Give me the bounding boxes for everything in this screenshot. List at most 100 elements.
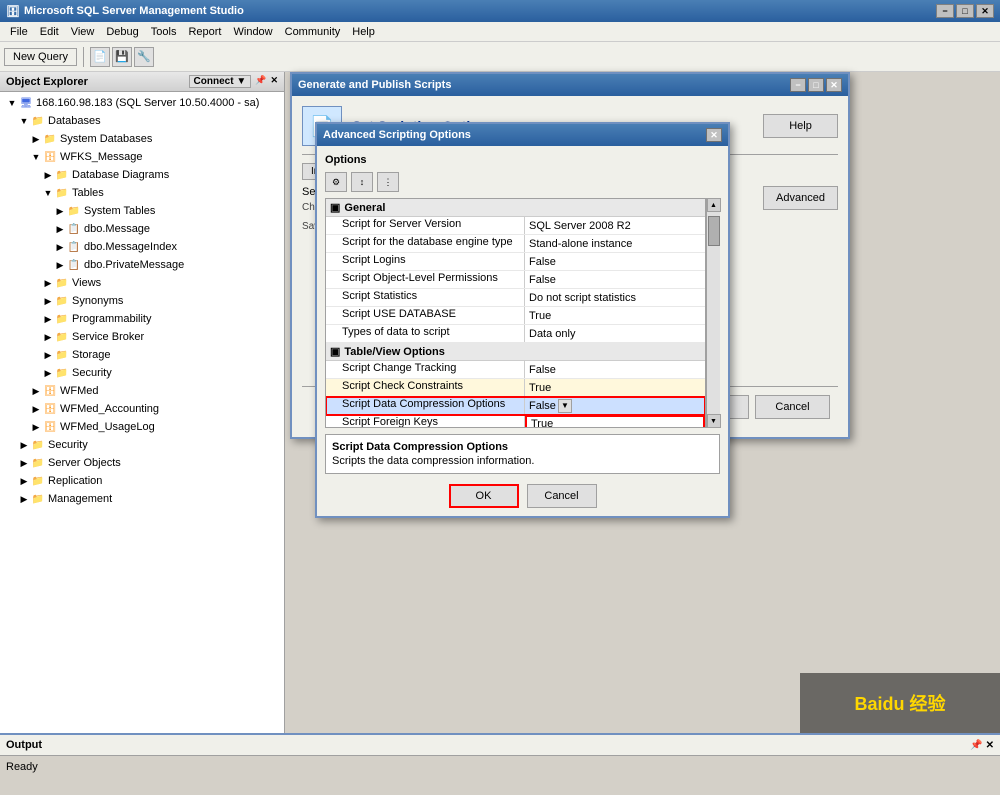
- tree-toggle[interactable]: ▶: [18, 458, 30, 469]
- scroll-up[interactable]: ▲: [707, 198, 721, 212]
- object-explorer-panel: Object Explorer Connect ▼ 📌 ✕ ▼ 🖥 168.16…: [0, 72, 285, 733]
- tree-label: System Databases: [60, 133, 152, 145]
- tree-label: Management: [48, 493, 112, 505]
- tree-item-storage[interactable]: ▶ 📁 Storage: [2, 346, 282, 364]
- tree-toggle[interactable]: ▶: [30, 422, 42, 433]
- tree-item-message[interactable]: ▶ 📋 dbo.Message: [2, 220, 282, 238]
- menu-report[interactable]: Report: [182, 24, 227, 40]
- dialog-close-button[interactable]: ✕: [826, 78, 842, 92]
- row-data-type: Types of data to script Data only: [326, 325, 705, 343]
- tree-toggle[interactable]: ▶: [42, 368, 54, 379]
- tree-toggle[interactable]: ▶: [30, 386, 42, 397]
- advanced-button[interactable]: Advanced: [763, 186, 838, 210]
- options-scrollbar[interactable]: ▲ ▼: [706, 198, 720, 428]
- tree-toggle[interactable]: ▼: [30, 152, 42, 162]
- tree-label: Synonyms: [72, 295, 123, 307]
- tree-item-wfks[interactable]: ▼ 🗄 WFKS_Message: [2, 148, 282, 166]
- menu-edit[interactable]: Edit: [34, 24, 65, 40]
- tree-label-replication: Replication: [48, 475, 102, 487]
- menu-community[interactable]: Community: [279, 24, 347, 40]
- tree-area[interactable]: ▼ 🖥 168.160.98.183 (SQL Server 10.50.400…: [0, 92, 284, 733]
- tree-toggle[interactable]: ▶: [54, 224, 66, 235]
- menu-view[interactable]: View: [65, 24, 101, 40]
- folder-icon: 📁: [54, 329, 70, 345]
- options-btn-3[interactable]: ⋮: [377, 172, 399, 192]
- tree-item-svcbroker[interactable]: ▶ 📁 Service Broker: [2, 328, 282, 346]
- tree-toggle[interactable]: ▶: [42, 278, 54, 289]
- tree-toggle[interactable]: ▶: [30, 134, 42, 145]
- tree-item-tables[interactable]: ▼ 📁 Tables: [2, 184, 282, 202]
- section-collapse-icon[interactable]: ▣: [330, 201, 340, 214]
- tree-item-security-db[interactable]: ▶ 📁 Security: [2, 364, 282, 382]
- tree-toggle[interactable]: ▶: [42, 314, 54, 325]
- section-collapse-icon2[interactable]: ▣: [330, 345, 340, 358]
- toolbar-icon-3[interactable]: 🔧: [134, 47, 154, 67]
- tree-toggle[interactable]: ▶: [42, 350, 54, 361]
- main-layout: Object Explorer Connect ▼ 📌 ✕ ▼ 🖥 168.16…: [0, 72, 1000, 733]
- tree-item-views[interactable]: ▶ 📁 Views: [2, 274, 282, 292]
- row-data-compression[interactable]: Script Data Compression Options False ▼: [326, 397, 705, 415]
- options-grid[interactable]: ▣ General Script for Server Version SQL …: [325, 198, 706, 428]
- scroll-down[interactable]: ▼: [707, 414, 721, 428]
- tree-item-security[interactable]: ▶ 📁 Security: [2, 436, 282, 454]
- tree-toggle[interactable]: ▼: [6, 98, 18, 108]
- dropdown-arrow[interactable]: ▼: [558, 399, 572, 413]
- tree-toggle[interactable]: ▶: [18, 440, 30, 451]
- connect-button[interactable]: Connect ▼: [189, 75, 252, 88]
- tree-item-management[interactable]: ▶ 📁 Management: [2, 490, 282, 508]
- tree-toggle[interactable]: ▶: [18, 494, 30, 505]
- tree-item-wfmed-usage[interactable]: ▶ 🗄 WFMed_UsageLog: [2, 418, 282, 436]
- general-section-header: ▣ General: [326, 199, 705, 217]
- tree-item-wfmed-acct[interactable]: ▶ 🗄 WFMed_Accounting: [2, 400, 282, 418]
- tree-toggle[interactable]: ▶: [54, 260, 66, 271]
- content-area: Generate and Publish Scripts − □ ✕ 📄 Set…: [285, 72, 1000, 733]
- new-query-button[interactable]: New Query: [4, 48, 77, 66]
- tree-toggle[interactable]: ▶: [42, 170, 54, 181]
- tree-item-privmsg[interactable]: ▶ 📋 dbo.PrivateMessage: [2, 256, 282, 274]
- maximize-button[interactable]: □: [956, 4, 974, 18]
- scroll-thumb[interactable]: [708, 216, 720, 246]
- inner-dialog-close-button[interactable]: ✕: [706, 128, 722, 142]
- tree-item-sys-tables[interactable]: ▶ 📁 System Tables: [2, 202, 282, 220]
- tree-toggle[interactable]: ▼: [18, 116, 30, 126]
- tree-toggle[interactable]: ▶: [54, 242, 66, 253]
- outer-cancel-button[interactable]: Cancel: [755, 395, 830, 419]
- dialog-minimize-button[interactable]: −: [790, 78, 806, 92]
- tree-item-wfmed[interactable]: ▶ 🗄 WFMed: [2, 382, 282, 400]
- tree-item-prog[interactable]: ▶ 📁 Programmability: [2, 310, 282, 328]
- options-btn-2[interactable]: ↕: [351, 172, 373, 192]
- tree-toggle[interactable]: ▶: [30, 404, 42, 415]
- ok-button[interactable]: OK: [449, 484, 519, 508]
- tree-item-server-objects[interactable]: ▶ 📁 Server Objects: [2, 454, 282, 472]
- menu-file[interactable]: File: [4, 24, 34, 40]
- tree-toggle[interactable]: ▶: [42, 296, 54, 307]
- toolbar-icon-1[interactable]: 📄: [90, 47, 110, 67]
- tree-toggle[interactable]: ▶: [18, 476, 30, 487]
- panel-pin[interactable]: 📌: [255, 75, 266, 88]
- toolbar-icon-2[interactable]: 💾: [112, 47, 132, 67]
- tree-item-system-db[interactable]: ▶ 📁 System Databases: [2, 130, 282, 148]
- menu-window[interactable]: Window: [228, 24, 279, 40]
- menu-debug[interactable]: Debug: [100, 24, 144, 40]
- tree-toggle[interactable]: ▼: [42, 188, 54, 198]
- cancel-button[interactable]: Cancel: [527, 484, 597, 508]
- menu-tools[interactable]: Tools: [145, 24, 183, 40]
- dialog-maximize-button[interactable]: □: [808, 78, 824, 92]
- help-button[interactable]: Help: [763, 114, 838, 138]
- tree-item-replication[interactable]: ▶ 📁 Replication: [2, 472, 282, 490]
- menu-help[interactable]: Help: [346, 24, 381, 40]
- tree-item-databases[interactable]: ▼ 📁 Databases: [2, 112, 282, 130]
- output-close-icon[interactable]: 📌 ✕: [970, 740, 994, 751]
- tree-toggle[interactable]: ▶: [42, 332, 54, 343]
- panel-close-icon[interactable]: ✕: [270, 75, 278, 88]
- tree-item-dbdiag[interactable]: ▶ 📁 Database Diagrams: [2, 166, 282, 184]
- options-btn-1[interactable]: ⚙: [325, 172, 347, 192]
- tree-item-msgindex[interactable]: ▶ 📋 dbo.MessageIndex: [2, 238, 282, 256]
- tree-item-server[interactable]: ▼ 🖥 168.160.98.183 (SQL Server 10.50.400…: [2, 94, 282, 112]
- tree-item-synonyms[interactable]: ▶ 📁 Synonyms: [2, 292, 282, 310]
- close-button[interactable]: ✕: [976, 4, 994, 18]
- folder-icon: 📁: [30, 473, 46, 489]
- minimize-button[interactable]: −: [936, 4, 954, 18]
- tree-toggle[interactable]: ▶: [54, 206, 66, 217]
- option-name: Script Foreign Keys: [326, 415, 525, 428]
